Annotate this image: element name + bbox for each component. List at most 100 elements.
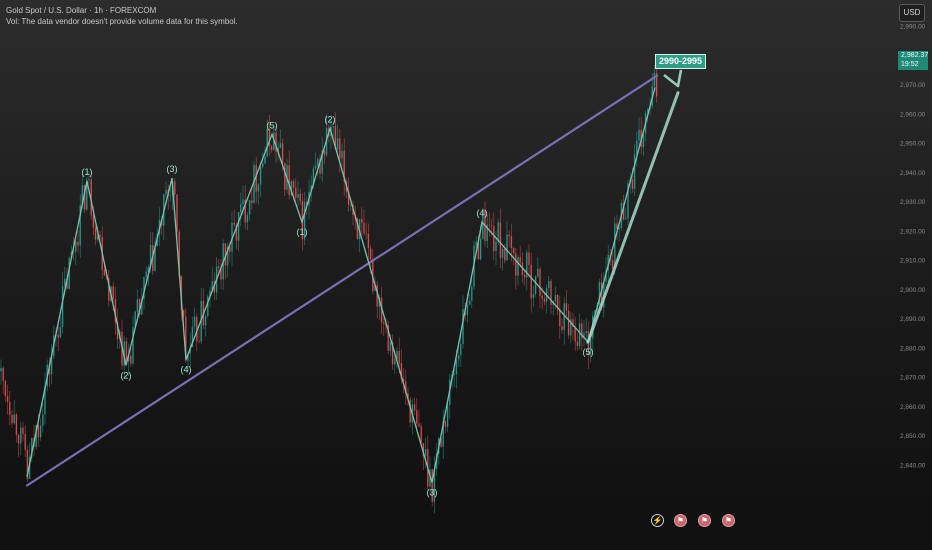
candle-body	[64, 278, 66, 286]
y-axis-tick-label: 2,940.00	[900, 170, 926, 177]
candle-body	[653, 72, 656, 87]
candle-body	[130, 355, 132, 364]
candle-body	[537, 268, 539, 277]
candle-body	[499, 222, 502, 258]
candle-body	[88, 179, 90, 181]
candle-body	[548, 280, 550, 288]
candle-body	[510, 236, 513, 249]
candle-body	[460, 344, 462, 356]
candle-body	[77, 241, 79, 246]
candle-body	[37, 424, 40, 438]
candle-body	[242, 199, 244, 205]
candle-body	[413, 404, 416, 411]
candle-body	[145, 271, 147, 277]
flag-icon[interactable]: ⚑	[674, 514, 687, 527]
candle-body	[42, 414, 44, 426]
candle-body	[369, 248, 372, 260]
candle-body	[281, 143, 284, 164]
last-price-value: 2,982.37	[901, 52, 929, 59]
candle-body	[112, 286, 114, 300]
candle-body	[416, 410, 418, 424]
candle-body	[389, 342, 392, 351]
wave-label: (5)	[583, 347, 594, 357]
candle-body	[493, 226, 495, 252]
candle-body	[475, 242, 477, 246]
candle-body	[136, 299, 139, 312]
candle-body	[508, 234, 510, 237]
projection-arrowhead	[663, 69, 683, 88]
candle-body	[292, 181, 295, 188]
candle-body	[611, 260, 614, 270]
candle-body	[4, 380, 7, 397]
candle-body	[339, 138, 341, 159]
y-axis-tick-label: 2,850.00	[900, 433, 926, 440]
candle-body	[169, 195, 172, 197]
candle-body	[501, 248, 504, 258]
candle-body	[288, 165, 290, 196]
wave-label: (3)	[427, 488, 438, 498]
candle-body	[543, 298, 546, 302]
candle-body	[554, 294, 557, 302]
wave-label: (3)	[167, 164, 178, 174]
candle-body	[618, 227, 620, 230]
candle-body	[59, 326, 62, 338]
target-label[interactable]: 2990-2995	[655, 54, 707, 69]
candle-body	[257, 184, 260, 192]
candle-body	[240, 204, 242, 213]
candle-body	[341, 151, 343, 159]
wave-label: (1)	[297, 227, 308, 237]
candle-body	[75, 241, 77, 252]
candle-body	[532, 294, 535, 299]
price-chart[interactable]: 2,990.002,980.002,970.002,960.002,950.00…	[0, 0, 932, 550]
candle-body	[633, 154, 636, 190]
bar-countdown: 19:52	[901, 61, 919, 68]
candle-body	[638, 130, 640, 141]
candle-body	[22, 427, 24, 434]
flash-icon[interactable]: ⚡	[651, 514, 664, 527]
wave-label: (4)	[181, 365, 192, 375]
candle-body	[383, 322, 385, 324]
currency-button[interactable]: USD	[899, 4, 925, 22]
candle-body	[198, 340, 200, 342]
symbol-title[interactable]: Gold Spot / U.S. Dollar · 1h · FOREXCOM	[6, 5, 238, 16]
candle-body	[497, 222, 499, 242]
candle-body	[424, 449, 427, 457]
candle-body	[523, 275, 526, 278]
candle-body	[466, 304, 469, 316]
candle-body	[9, 401, 11, 415]
candle-body	[94, 227, 97, 240]
candle-body	[350, 204, 352, 206]
candle-body	[15, 414, 18, 436]
candle-body	[297, 194, 299, 198]
candle-body	[92, 215, 95, 228]
candle-body	[517, 257, 519, 276]
symbol-legend: Gold Spot / U.S. Dollar · 1h · FOREXCOM …	[6, 5, 238, 27]
candle-body	[631, 179, 634, 190]
candle-body	[204, 316, 207, 326]
candle-body	[446, 404, 449, 427]
y-axis-tick-label: 2,930.00	[900, 199, 926, 206]
candle-body	[39, 425, 42, 438]
candle-body	[512, 248, 515, 254]
y-axis-tick-label: 2,880.00	[900, 345, 926, 352]
candle-body	[471, 286, 473, 301]
candle-body	[284, 163, 286, 190]
y-axis-tick-label: 2,970.00	[900, 82, 926, 89]
candle-body	[530, 264, 532, 299]
flag-icon[interactable]: ⚑	[698, 514, 711, 527]
candle-body	[495, 241, 497, 252]
candle-body	[561, 326, 563, 331]
flag-icon[interactable]: ⚑	[722, 514, 735, 527]
candle-body	[539, 268, 541, 296]
candle-body	[361, 218, 363, 223]
candle-body	[2, 367, 4, 381]
candle-body	[394, 359, 396, 365]
candle-body	[365, 233, 367, 235]
candle-body	[299, 194, 301, 201]
candle-body	[6, 396, 9, 402]
plot-area[interactable]: 2,990.002,980.002,970.002,960.002,950.00…	[0, 0, 932, 550]
candle-body	[444, 421, 447, 427]
trend-line[interactable]	[25, 74, 659, 487]
y-axis-tick-label: 2,890.00	[900, 316, 926, 323]
projection-arrow[interactable]	[586, 91, 680, 344]
